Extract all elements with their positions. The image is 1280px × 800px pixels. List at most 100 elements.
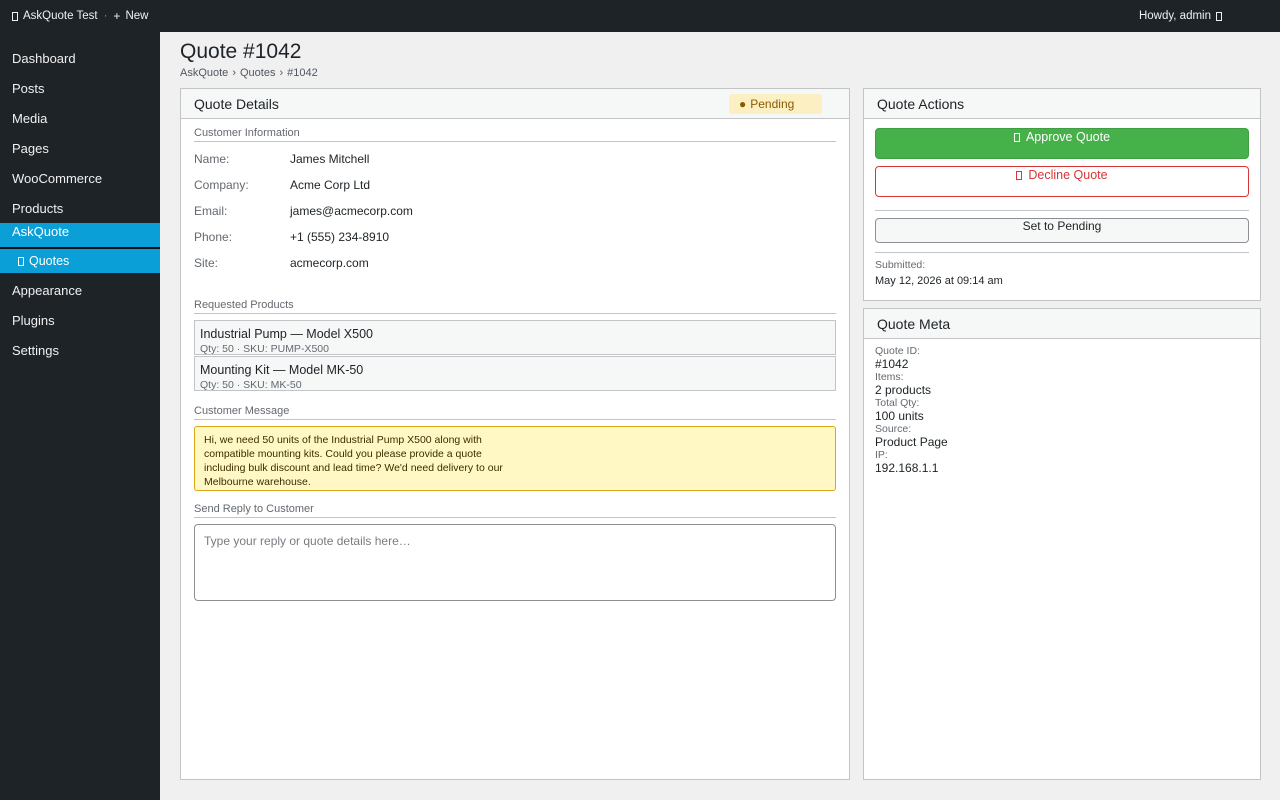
site-name: AskQuote Test [23, 10, 98, 22]
sidebar-item-askquote[interactable]: AskQuote [0, 223, 160, 247]
meta-row-total-qty: Total Qty: 100 units [875, 397, 948, 423]
approve-label: Approve Quote [1025, 130, 1111, 144]
decline-quote-button[interactable]: Decline Quote [875, 166, 1249, 197]
breadcrumb-separator: › [232, 67, 236, 79]
sidebar-item-posts[interactable]: Posts [0, 73, 160, 103]
meta-value: 2 products [875, 383, 932, 397]
new-label: New [125, 10, 149, 22]
quote-details-header: Quote Details ● Pending [181, 89, 849, 119]
breadcrumb-quotes[interactable]: Quotes [240, 67, 275, 79]
status-dot-icon: ● [739, 97, 747, 111]
quotes-icon [18, 256, 24, 266]
greeting: Howdy, admin [1138, 10, 1211, 22]
breadcrumb-current: #1042 [287, 67, 318, 79]
decline-label: Decline Quote [1028, 168, 1108, 182]
sidebar-item-woocommerce[interactable]: WooCommerce [0, 163, 160, 193]
sidebar-subitem-quotes[interactable]: Quotes [0, 249, 160, 273]
quote-details-panel: Quote Details ● Pending Customer Informa… [180, 88, 850, 780]
meta-row-ip: IP: 192.168.1.1 [875, 449, 948, 475]
quote-meta-panel: Quote Meta Quote ID: #1042 Items: 2 prod… [863, 308, 1261, 780]
sidebar-item-products[interactable]: Products [0, 193, 160, 223]
sidebar-item-plugins[interactable]: Plugins [0, 305, 160, 335]
sidebar-item-appearance[interactable]: Appearance [0, 275, 160, 305]
meta-row-items: Items: 2 products [875, 371, 948, 397]
meta-label: Total Qty: [875, 397, 920, 409]
meta-label: Items: [875, 371, 904, 383]
pending-label: Set to Pending [1022, 219, 1102, 233]
customer-phone-row: Phone: +1 (555) 234-8910 [194, 230, 389, 244]
meta-row-source: Source: Product Page [875, 423, 948, 449]
customer-site-row: Site: acmecorp.com [194, 256, 369, 270]
meta-value: Product Page [875, 435, 948, 449]
plus-icon: + [113, 9, 121, 23]
meta-value: 100 units [875, 409, 924, 423]
admin-bar-separator: · [103, 10, 108, 22]
customer-company: Acme Corp Ltd [290, 178, 371, 192]
close-icon [1016, 171, 1023, 180]
check-icon [1013, 133, 1020, 142]
admin-sidebar: Dashboard Posts Media Pages WooCommerce … [0, 32, 160, 800]
account-menu[interactable]: Howdy, admin [1139, 0, 1222, 32]
meta-label: IP: [875, 449, 888, 461]
panel-title: Quote Details [194, 95, 279, 112]
product-item: Industrial Pump — Model X500 Qty: 50 · S… [194, 320, 836, 355]
customer-message-text: Hi, we need 50 units of the Industrial P… [204, 434, 503, 488]
meta-label: Quote ID: [875, 345, 920, 357]
admin-bar-left: AskQuote Test · + New [12, 0, 148, 32]
panel-title: Quote Meta [877, 315, 951, 332]
status-text: Pending [750, 97, 795, 111]
product-item: Mounting Kit — Model MK-50 Qty: 50 · SKU… [194, 356, 836, 391]
customer-message: Hi, we need 50 units of the Industrial P… [194, 426, 836, 491]
meta-list: Quote ID: #1042 Items: 2 products Total … [875, 345, 948, 475]
sidebar-item-media[interactable]: Media [0, 103, 160, 133]
sidebar-item-dashboard[interactable]: Dashboard [0, 43, 160, 73]
reply-section-label: Send Reply to Customer [194, 503, 836, 518]
product-meta: Qty: 50 · SKU: MK-50 [200, 379, 302, 391]
field-label: Name: [194, 152, 230, 166]
avatar-icon [1216, 11, 1222, 21]
divider [875, 252, 1249, 253]
meta-value: 192.168.1.1 [875, 461, 939, 475]
customer-name-row: Name: James Mitchell [194, 152, 369, 166]
field-label: Phone: [194, 230, 233, 244]
quote-meta-header: Quote Meta [864, 309, 1260, 339]
quote-actions-panel: Quote Actions Approve Quote Decline Quot… [863, 88, 1261, 301]
breadcrumb-askquote[interactable]: AskQuote [180, 67, 228, 79]
status-badge: ● Pending [729, 94, 822, 114]
customer-email-row: Email: james@acmecorp.com [194, 204, 413, 218]
quote-actions-header: Quote Actions [864, 89, 1260, 119]
product-name: Industrial Pump — Model X500 [200, 327, 374, 341]
new-content-link[interactable]: + New [113, 9, 148, 23]
reply-textarea[interactable] [194, 524, 836, 601]
customer-section-label: Customer Information [194, 127, 836, 142]
customer-site[interactable]: acmecorp.com [290, 256, 369, 270]
approve-quote-button[interactable]: Approve Quote [875, 128, 1249, 159]
submitted-label: Submitted: [875, 259, 926, 271]
customer-email[interactable]: james@acmecorp.com [290, 204, 413, 218]
field-label: Email: [194, 204, 228, 218]
product-meta: Qty: 50 · SKU: PUMP-X500 [200, 343, 329, 355]
submenu-label: Quotes [29, 254, 70, 268]
message-section-label: Customer Message [194, 405, 836, 420]
divider [875, 210, 1249, 211]
customer-company-row: Company: Acme Corp Ltd [194, 178, 370, 192]
home-icon [12, 11, 18, 21]
product-name: Mounting Kit — Model MK-50 [200, 363, 364, 377]
field-label: Company: [194, 178, 249, 192]
submitted-value: May 12, 2026 at 09:14 am [875, 275, 1003, 287]
field-label: Site: [194, 256, 219, 270]
page-title: Quote #1042 [180, 40, 302, 63]
sidebar-item-settings[interactable]: Settings [0, 335, 160, 365]
site-name-link[interactable]: AskQuote Test [12, 10, 98, 22]
meta-row-quote-id: Quote ID: #1042 [875, 345, 948, 371]
panel-title: Quote Actions [877, 95, 965, 112]
customer-phone: +1 (555) 234-8910 [290, 230, 390, 244]
set-pending-button[interactable]: Set to Pending [875, 218, 1249, 243]
customer-name: James Mitchell [290, 152, 370, 166]
breadcrumb-separator: › [279, 67, 284, 79]
sidebar-item-pages[interactable]: Pages [0, 133, 160, 163]
admin-bar: AskQuote Test · + New Howdy, admin [0, 0, 1280, 32]
breadcrumb: AskQuote › Quotes › #1042 [180, 67, 318, 79]
meta-label: Source: [875, 423, 912, 435]
products-section-label: Requested Products [194, 299, 836, 314]
